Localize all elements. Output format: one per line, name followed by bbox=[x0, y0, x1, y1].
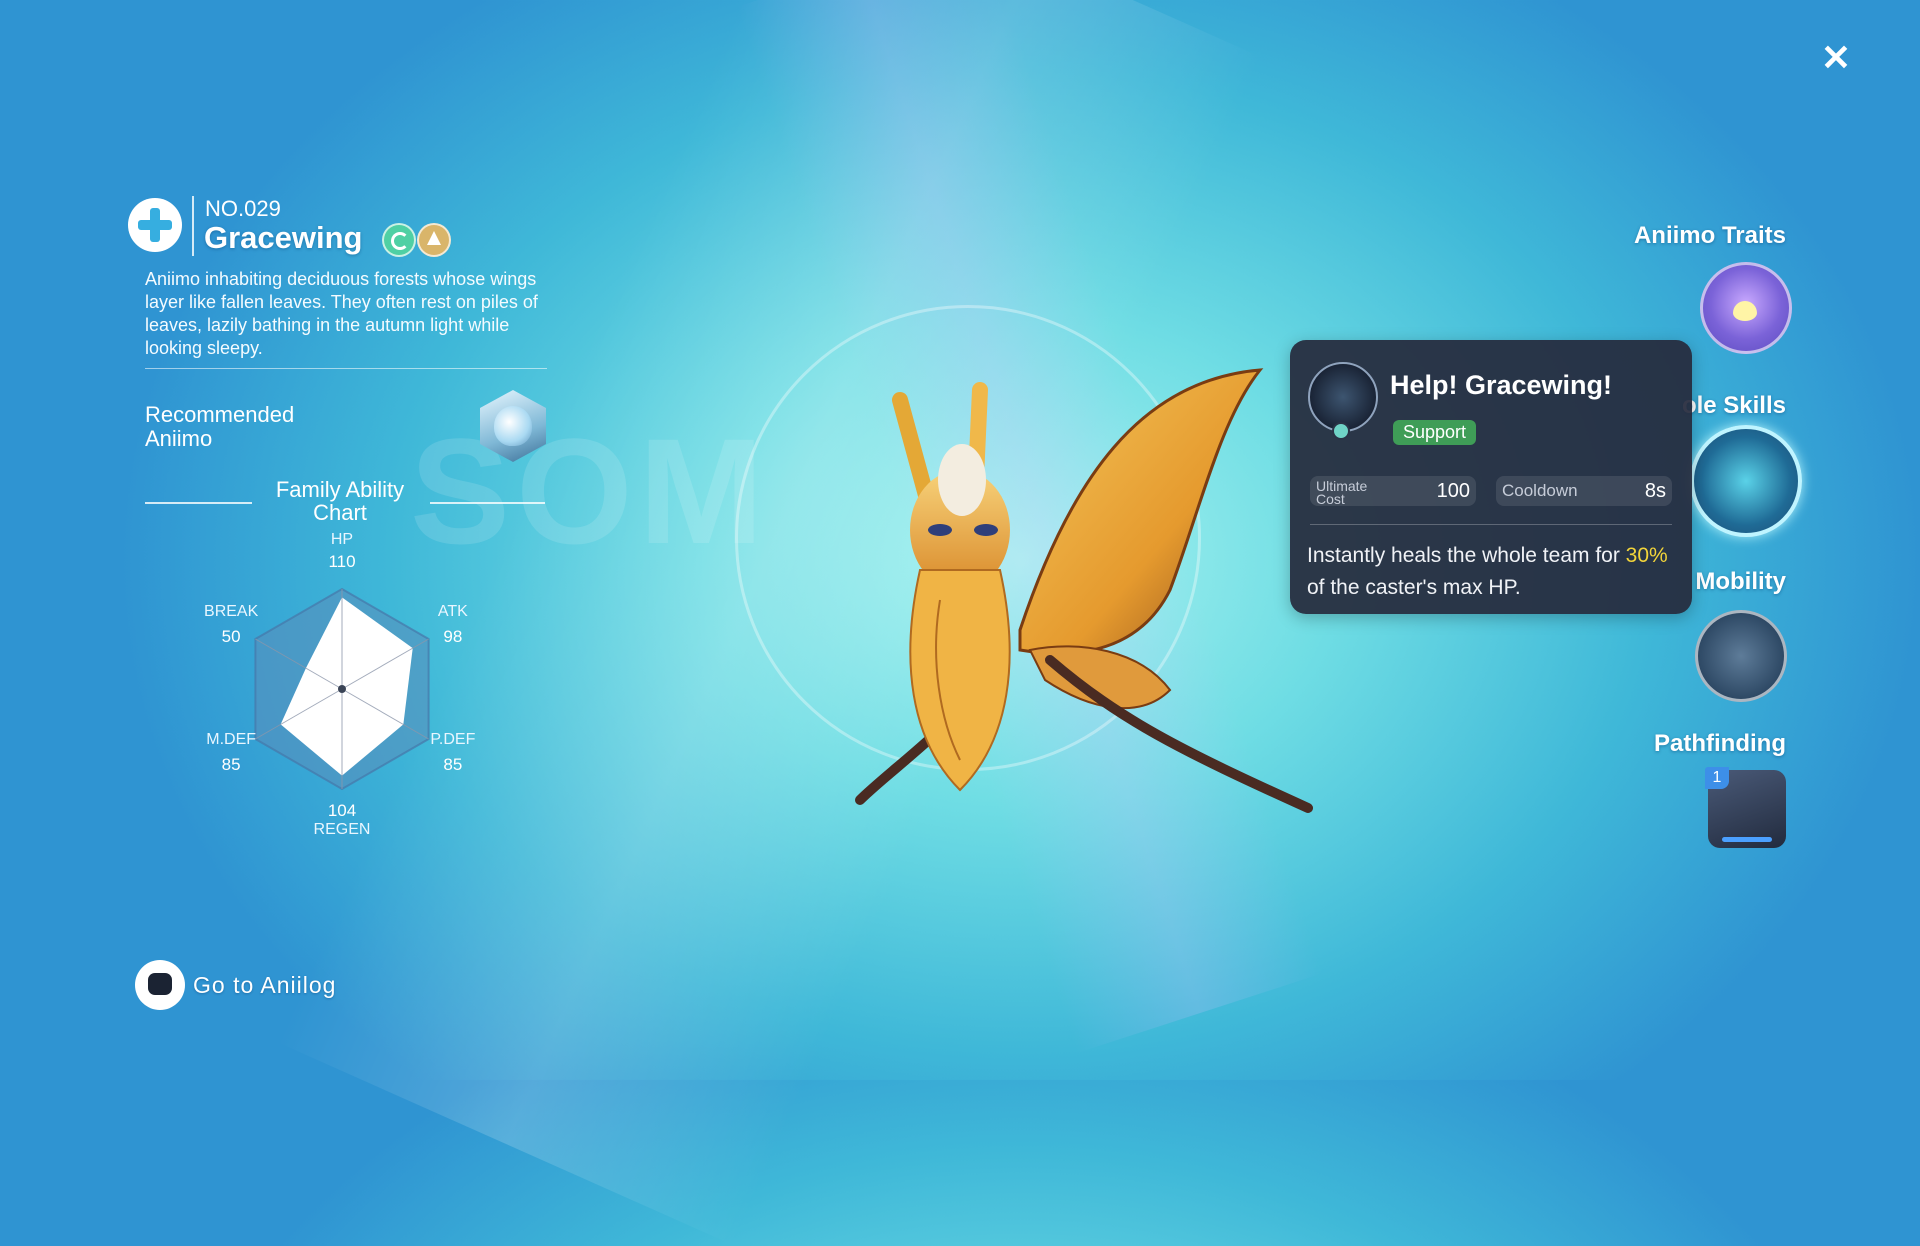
cooldown-stat: Cooldown 8s bbox=[1496, 476, 1672, 506]
skill-heal-percent: 30% bbox=[1625, 544, 1668, 567]
aniimo-number: NO.029 bbox=[205, 196, 281, 221]
aniimo-name: Gracewing bbox=[204, 220, 363, 255]
radar-stat-value: 50 bbox=[221, 627, 241, 646]
pathfinding-label: Pathfinding bbox=[1654, 730, 1786, 757]
family-ability-radar-chart bbox=[254, 587, 430, 791]
aniilog-icon bbox=[135, 960, 185, 1010]
radar-stat-label: M.DEF bbox=[206, 731, 257, 748]
aniimo-portrait-icon bbox=[494, 406, 532, 446]
skill-description-text: Instantly heals the whole team for bbox=[1307, 544, 1626, 567]
radar-stat-label: REGEN bbox=[313, 821, 371, 838]
wind-element-icon bbox=[382, 223, 416, 257]
family-ability-chart-title: Family Ability Chart bbox=[275, 477, 405, 525]
go-to-aniilog-link[interactable]: Go to Aniilog bbox=[135, 960, 336, 1010]
element-dot-icon bbox=[1332, 422, 1350, 440]
gracewing-creature-model bbox=[855, 368, 1313, 813]
skill-title: Help! Gracewing! bbox=[1390, 370, 1613, 400]
close-button[interactable]: ✕ bbox=[1818, 40, 1854, 76]
aniimo-description: Aniimo inhabiting deciduous forests whos… bbox=[145, 269, 538, 358]
recommended-aniimo-label: Recommended Aniimo bbox=[145, 402, 295, 451]
section-divider bbox=[430, 502, 545, 504]
pathfinding-progress-bar bbox=[1722, 837, 1772, 842]
earth-element-icon bbox=[417, 223, 451, 257]
radar-stat-value: 104 bbox=[327, 801, 357, 820]
aniimo-trait-icon[interactable] bbox=[1700, 262, 1792, 354]
skill-description-text-end: of the caster's max HP. bbox=[1307, 576, 1521, 599]
skill-description: Instantly heals the whole team for 30% o… bbox=[1307, 540, 1677, 604]
ultimate-cost-label: Ultimate Cost bbox=[1316, 478, 1368, 507]
radar-stat-label: BREAK bbox=[204, 603, 259, 620]
radar-stat-label: P.DEF bbox=[430, 731, 476, 748]
pathfinding-level-badge: 1 bbox=[1705, 767, 1729, 789]
radar-stat-label: ATK bbox=[437, 603, 468, 620]
radar-stat-value: 85 bbox=[221, 755, 241, 774]
radar-stat-label: HP bbox=[330, 531, 354, 548]
radar-stat-value: 85 bbox=[443, 755, 463, 774]
ultimate-cost-stat: Ultimate Cost 100 bbox=[1310, 476, 1476, 506]
cooldown-value: 8s bbox=[1644, 480, 1666, 502]
section-divider bbox=[145, 502, 252, 504]
radar-stat-value: 110 bbox=[328, 552, 356, 571]
go-to-aniilog-label: Go to Aniilog bbox=[193, 971, 337, 998]
cooldown-label: Cooldown bbox=[1502, 481, 1578, 500]
description-divider bbox=[145, 368, 547, 369]
aniimo-traits-label: Aniimo Traits bbox=[1633, 222, 1786, 249]
radar-center-dot bbox=[338, 685, 346, 693]
skill-tooltip: Help! Gracewing! Support Ultimate Cost 1… bbox=[1290, 340, 1692, 614]
skill-type-tag: Support bbox=[1393, 420, 1477, 445]
radar-stat-value: 98 bbox=[443, 627, 463, 646]
background-watermark: SOM bbox=[410, 407, 770, 575]
title-divider bbox=[192, 196, 194, 256]
butterfly-skill-icon[interactable] bbox=[1690, 425, 1802, 537]
family-plus-icon bbox=[128, 198, 182, 252]
tooltip-divider bbox=[1310, 524, 1672, 525]
mobility-shield-icon[interactable] bbox=[1695, 610, 1787, 702]
ultimate-cost-value: 100 bbox=[1436, 480, 1470, 502]
